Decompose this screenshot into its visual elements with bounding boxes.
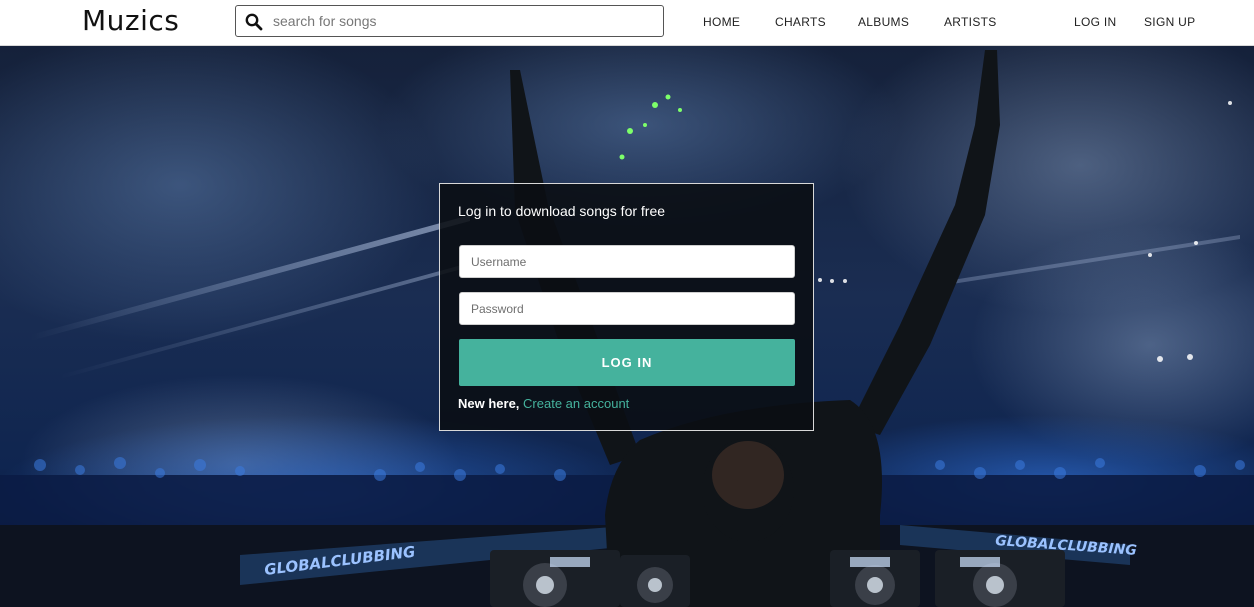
search-icon[interactable] [245,13,263,31]
nav-charts[interactable]: CHARTS [775,15,826,29]
login-card: Log in to download songs for free LOG IN… [439,183,814,431]
search-input[interactable] [273,10,653,32]
login-title: Log in to download songs for free [458,203,666,219]
create-account-link[interactable]: Create an account [523,396,629,411]
search-bar[interactable] [235,5,664,37]
nav-albums[interactable]: ALBUMS [858,15,909,29]
signup-line: New here, Create an account [458,396,629,411]
navbar: Muzics HOME CHARTS ALBUMS ARTISTS LOG IN… [0,0,1254,46]
login-button[interactable]: LOG IN [459,339,795,386]
nav-artists[interactable]: ARTISTS [944,15,997,29]
password-field[interactable] [459,292,795,325]
brand-logo[interactable]: Muzics [82,4,179,37]
page: Muzics HOME CHARTS ALBUMS ARTISTS LOG IN… [0,0,1254,607]
signup-prompt: New here, [458,396,520,411]
username-field[interactable] [459,245,795,278]
nav-signup[interactable]: SIGN UP [1144,15,1195,29]
nav-home[interactable]: HOME [703,15,740,29]
nav-login[interactable]: LOG IN [1074,15,1116,29]
